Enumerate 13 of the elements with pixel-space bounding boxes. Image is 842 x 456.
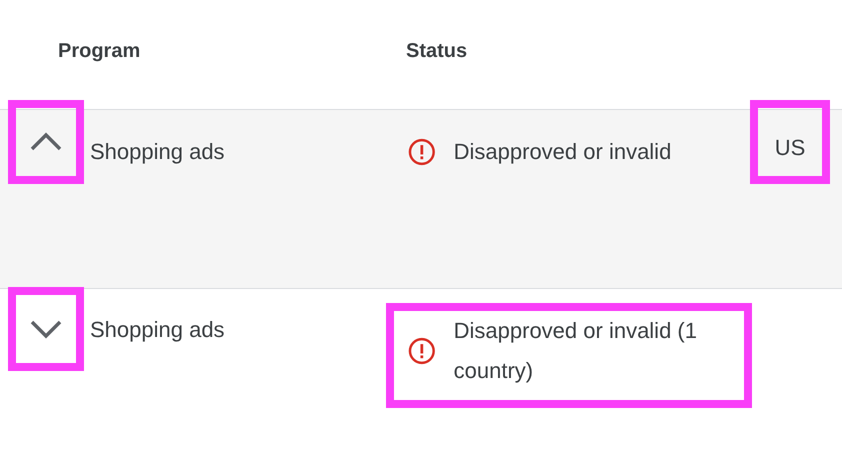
error-icon: [408, 337, 436, 365]
column-header: Status: [406, 40, 468, 63]
chevron-up-icon: [29, 132, 63, 152]
status-text: Disapproved or invalid (1 country): [454, 317, 698, 385]
country-code: US: [750, 100, 830, 184]
error-icon: [408, 138, 436, 166]
status-text: Disapproved or invalid: [454, 138, 672, 166]
expand-toggle[interactable]: [8, 100, 84, 184]
column-header: Program: [58, 40, 142, 63]
program-name: Shopping ads: [90, 316, 226, 344]
expand-toggle[interactable]: [8, 287, 84, 371]
program-name: Shopping ads: [90, 138, 226, 166]
chevron-down-icon: [29, 319, 63, 339]
